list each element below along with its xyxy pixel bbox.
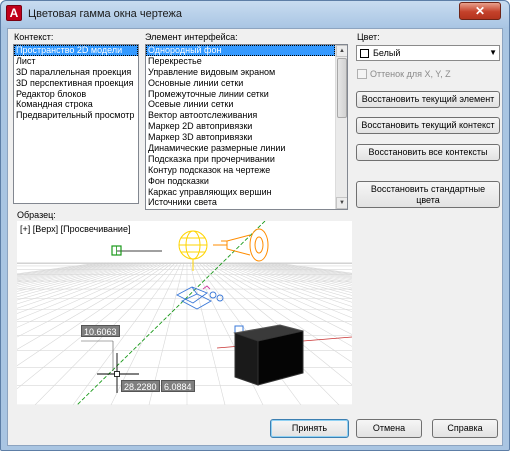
context-list-item[interactable]: Командная строка [14,99,138,110]
scroll-down-arrow-icon[interactable]: ▼ [336,197,347,209]
context-label: Контекст: [14,32,54,42]
interface-element-listbox[interactable]: Однородный фон Перекрестье Управление видо… [145,44,348,210]
interface-element-list-item[interactable]: Промежуточные линии сетки [146,89,335,100]
dimension-input-x: 28.2280 [121,380,160,392]
color-swatch [360,49,369,58]
interface-element-list-item[interactable]: Основные линии сетки [146,78,335,89]
restore-current-element-button[interactable]: Восстановить текущий элемент [356,91,500,108]
accept-button[interactable]: Принять [270,419,349,438]
preview-scene [17,221,352,405]
restore-classic-label-line2: цвета [416,194,440,205]
color-label: Цвет: [357,32,380,42]
color-select[interactable]: Белый ▼ [356,45,500,61]
dimension-input-length: 10.6063 [81,325,120,337]
spotlight-icon [213,228,269,262]
interface-element-list-item[interactable]: Вектор автоотслеживания [146,110,335,121]
viewport-controls-label[interactable]: [+] [Верх] [Просвечивание] [20,224,130,234]
cancel-button[interactable]: Отмена [356,419,422,438]
interface-element-list-item[interactable]: Осевые линии сетки [146,99,335,110]
context-list-item[interactable]: Пространство 2D модели [14,45,138,56]
close-button[interactable]: ✕ [459,2,501,20]
preview-label: Образец: [17,210,56,220]
help-button[interactable]: Справка [432,419,498,438]
restore-current-context-button[interactable]: Восстановить текущий контекст [356,117,500,134]
interface-element-list-item[interactable]: Контур подсказок на чертеже [146,165,335,176]
scroll-thumb[interactable] [337,58,347,118]
restore-all-contexts-button[interactable]: Восстановить все контексты [356,144,500,161]
interface-element-list-item[interactable]: Динамические размерные линии [146,143,335,154]
dialog-title: Цветовая гамма окна чертежа [28,8,182,20]
tint-xyz-checkbox[interactable] [357,69,367,79]
context-list-item[interactable]: 3D перспективная проекция [14,78,138,89]
dialog-window: A Цветовая гамма окна чертежа ✕ Контекст… [0,0,510,451]
context-listbox[interactable]: Пространство 2D модели Лист 3D параллельна… [13,44,139,204]
context-list-item[interactable]: Предварительный просмотр [14,110,138,121]
preview-viewport: [+] [Верх] [Просвечивание] 10.6063 28.22… [17,221,352,405]
cursor-pickbox [114,371,120,377]
interface-element-list-item[interactable]: Маркер 2D автопривязки [146,121,335,132]
chevron-down-icon: ▼ [489,48,497,57]
restore-classic-label-line1: Восстановить стандартные [370,183,486,194]
context-list-item[interactable]: Лист [14,56,138,67]
dimension-input-y: 6.0884 [161,380,195,392]
interface-element-list-item[interactable]: Каркас управляющих вершин [146,187,335,198]
context-list-item[interactable]: 3D параллельная проекция [14,67,138,78]
autocad-app-icon: A [6,5,22,21]
restore-classic-colors-button[interactable]: Восстановить стандартные цвета [356,181,500,208]
interface-element-list-item[interactable]: Маркер 3D автопривязки [146,132,335,143]
interface-element-list-item[interactable]: Перекрестье [146,56,335,67]
camera-icon [176,285,224,310]
color-select-value: Белый [373,48,401,58]
solid-box [233,324,304,386]
context-list-item[interactable]: Редактор блоков [14,89,138,100]
interface-element-list-item[interactable]: Управление видовым экраном [146,67,335,78]
dialog-client-area: Контекст: Пространство 2D модели Лист 3D п… [7,28,503,446]
interface-element-list-item[interactable]: Фон подсказки [146,176,335,187]
interface-element-list-item[interactable]: Однородный фон [146,45,335,56]
interface-element-list-item[interactable]: Источники света [146,197,335,208]
scroll-up-arrow-icon[interactable]: ▲ [336,45,347,57]
title-bar[interactable]: A Цветовая гамма окна чертежа ✕ [1,1,509,27]
tint-xyz-label: Оттенок для X, Y, Z [370,69,451,79]
interface-element-list-item[interactable]: Подсказка при прочерчивании [146,154,335,165]
interface-element-label: Элемент интерфейса: [145,32,238,42]
interface-list-scrollbar[interactable]: ▲ ▼ [335,45,347,209]
